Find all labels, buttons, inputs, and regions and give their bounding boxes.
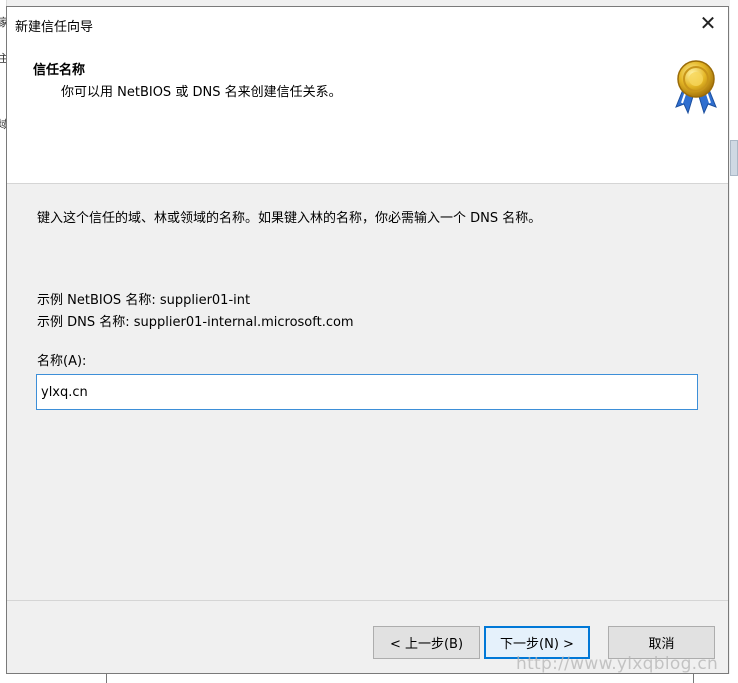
award-medal-icon [675, 60, 717, 115]
close-button[interactable]: ✕ [688, 7, 728, 39]
page-title: 信任名称 [33, 63, 86, 78]
background-scrollbar [730, 140, 738, 176]
wizard-header: 信任名称 你可以用 NetBIOS 或 DNS 名来创建信任关系。 [7, 39, 728, 184]
page-subtitle: 你可以用 NetBIOS 或 DNS 名来创建信任关系。 [61, 85, 342, 100]
title-bar: 新建信任向导 ✕ [7, 7, 728, 39]
screen: 家 主 域 新建信任向导 ✕ 信任名称 你可以用 NetBIOS 或 DNS 名… [0, 0, 738, 683]
background-window-right-edge [730, 0, 738, 683]
background-panel [106, 674, 694, 683]
dialog-title: 新建信任向导 [15, 20, 94, 35]
background-window-bottom [0, 674, 738, 683]
instruction-text: 键入这个信任的域、林或领域的名称。如果键入林的名称，你必需输入一个 DNS 名称… [37, 211, 542, 226]
new-trust-wizard-dialog: 新建信任向导 ✕ 信任名称 你可以用 NetBIOS 或 DNS 名来创建信任关… [6, 6, 729, 674]
watermark-text: http://www.ylxqblog.cn [516, 654, 719, 674]
back-button[interactable]: < 上一步(B) [373, 626, 480, 659]
example-dns-text: 示例 DNS 名称: supplier01-internal.microsoft… [37, 315, 354, 330]
example-netbios-text: 示例 NetBIOS 名称: supplier01-int [37, 293, 251, 308]
name-label: 名称(A): [37, 354, 87, 369]
close-icon: ✕ [699, 11, 717, 35]
footer-divider [7, 600, 728, 601]
trust-name-input[interactable] [36, 374, 698, 410]
